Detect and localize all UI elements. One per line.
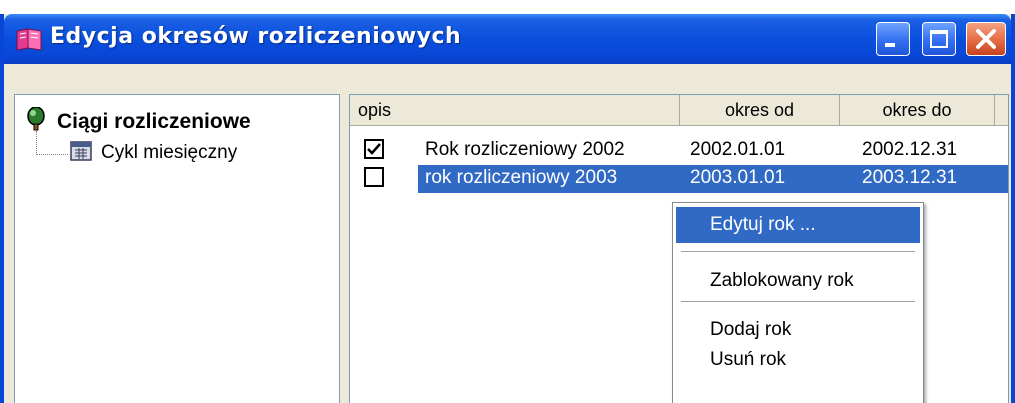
- table-row[interactable]: Rok rozliczeniowy 2002 2002.01.01 2002.1…: [350, 137, 1008, 163]
- column-header-opis[interactable]: opis: [350, 95, 680, 125]
- menu-item-delete-year[interactable]: Usuń rok: [676, 345, 920, 375]
- maximize-icon: [930, 30, 948, 48]
- tree-item-label: Cykl miesięczny: [101, 141, 238, 163]
- checkmark-icon: [367, 143, 381, 155]
- menu-separator: [681, 301, 915, 302]
- window-title: Edycja okresów rozliczeniowych: [50, 24, 462, 49]
- cell-opis: Rok rozliczeniowy 2002: [425, 139, 625, 160]
- cell-okres-do: 2003.12.31: [862, 167, 958, 188]
- tree-item-cykl-miesieczny[interactable]: Cykl miesięczny: [69, 138, 237, 167]
- column-header-okres-od[interactable]: okres od: [680, 95, 840, 125]
- tree-root-item[interactable]: Ciągi rozliczeniowe: [25, 106, 251, 136]
- close-button[interactable]: [966, 22, 1006, 56]
- title-bar[interactable]: Edycja okresów rozliczeniowych: [4, 14, 1011, 64]
- tree-root-label: Ciągi rozliczeniowe: [57, 109, 251, 133]
- row-checkbox[interactable]: [364, 167, 384, 187]
- context-menu: Edytuj rok ... Zablokowany rok Dodaj rok…: [672, 202, 924, 403]
- menu-item-edit-year[interactable]: Edytuj rok ...: [676, 207, 920, 243]
- calendar-icon: [69, 138, 93, 167]
- row-checkbox[interactable]: [364, 139, 384, 159]
- tree-connector: [36, 131, 37, 155]
- cell-okres-do: 2002.12.31: [862, 139, 958, 160]
- app-window: Edycja okresów rozliczeniowych Ciągi roz…: [0, 14, 1015, 403]
- menu-item-add-year[interactable]: Dodaj rok: [676, 315, 920, 345]
- list-header: opis okres od okres do: [350, 95, 1008, 126]
- menu-item-locked-year[interactable]: Zablokowany rok: [676, 263, 920, 299]
- cell-opis: rok rozliczeniowy 2003: [425, 167, 618, 188]
- minimize-button[interactable]: [876, 22, 910, 56]
- minimize-icon: [885, 43, 895, 47]
- table-row[interactable]: rok rozliczeniowy 2003 2003.01.01 2003.1…: [350, 165, 1008, 193]
- book-icon: [14, 27, 44, 51]
- menu-separator: [681, 251, 915, 252]
- tree-connector: [36, 154, 68, 155]
- cell-okres-od: 2002.01.01: [690, 139, 786, 160]
- maximize-button[interactable]: [922, 22, 956, 56]
- column-header-okres-do[interactable]: okres do: [840, 95, 995, 125]
- close-icon: [976, 29, 996, 49]
- cell-okres-od: 2003.01.01: [690, 167, 786, 188]
- tree-view[interactable]: Ciągi rozliczeniowe Cykl miesięczny: [14, 94, 340, 403]
